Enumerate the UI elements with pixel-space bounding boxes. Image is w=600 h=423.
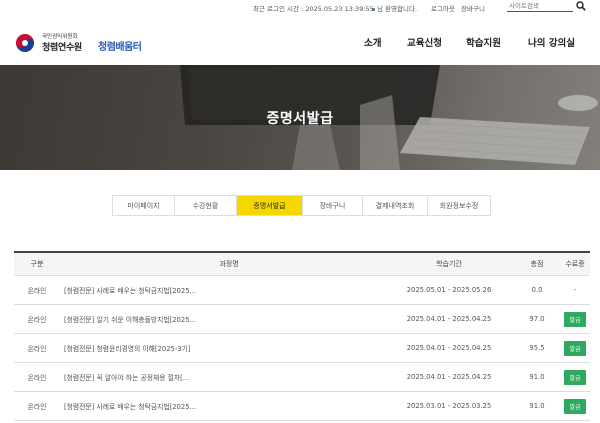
table-row: 온라인 [청렴전문] 사례로 배우는 청탁금지법[2025... 2025.05… [14, 276, 590, 305]
tab-certificate[interactable]: 증명서발급 [237, 196, 303, 215]
tab-cart[interactable]: 장바구니 [303, 196, 363, 215]
tab-mypage[interactable]: 마이페이지 [113, 196, 175, 215]
table-header-row: 구분 과정명 학습기간 총점 수료증 [14, 253, 590, 276]
gnb-item-intro[interactable]: 소개 [364, 35, 381, 49]
issue-certificate-button[interactable]: 발급 [564, 398, 586, 414]
table-row: 온라인 [청렴전문] 알기 쉬운 이해충돌방지법[2025... 2025.04… [14, 305, 590, 334]
cell-score: 97.0 [529, 315, 545, 323]
header-certificate: 수료증 [565, 260, 585, 268]
cell-score: 91.0 [529, 402, 545, 410]
table-row: 온라인 [청렴전문] 청렴윤리경영의 이해[2025-3기] 2025.04.0… [14, 334, 590, 363]
site-header: 국민권익위원회 청렴연수원 청렴배움터 소개 교육신청 학습지원 나의 강의실 [0, 14, 600, 65]
mypage-tabs: 마이페이지 수강현황 증명서발급 장바구니 결제내역조회 회원정보수정 [112, 195, 491, 216]
hero-banner: 증명서발급 [0, 65, 600, 170]
issue-certificate-button[interactable]: 발급 [564, 369, 586, 385]
cell-course[interactable]: [청렴전문] 사례로 배우는 청탁금지법[2025... [64, 392, 394, 420]
logout-link[interactable]: 로그아웃 [431, 3, 455, 13]
cell-course[interactable]: [청렴전문] 알기 쉬운 이해충돌방지법[2025... [64, 305, 394, 333]
gnb-item-support[interactable]: 학습지원 [466, 35, 501, 49]
cell-course[interactable]: [청렴전문] 청렴윤리경영의 이해[2025-3기] [64, 334, 394, 362]
cart-link[interactable]: 장바구니 [461, 3, 485, 13]
page-title: 증명서발급 [266, 111, 334, 127]
cell-score: 91.0 [529, 373, 545, 381]
cell-period: 2025.04.01 - 2025.04.25 [406, 315, 492, 323]
cell-type: 온라인 [27, 345, 47, 353]
search-icon[interactable] [576, 1, 586, 11]
government-emblem-icon [16, 34, 34, 52]
cell-type: 온라인 [27, 316, 47, 324]
site-logo[interactable]: 국민권익위원회 청렴연수원 청렴배움터 [14, 30, 142, 54]
tab-payment-history[interactable]: 결제내역조회 [363, 196, 428, 215]
cell-certificate: 발급 [562, 334, 588, 362]
cell-period: 2025.03.01 - 2025.03.25 [406, 402, 492, 410]
utility-bar: 최근 로그인 시간 : 2025.05.23 13:39:55 님 환영합니다.… [0, 0, 600, 14]
header-period: 학습기간 [436, 260, 462, 268]
cell-type: 온라인 [27, 374, 47, 382]
gnb-item-apply[interactable]: 교육신청 [407, 35, 442, 49]
brand-name: 청렴배움터 [98, 42, 142, 53]
institute-name: 청렴연수원 [42, 43, 82, 53]
cell-score: 0.0 [531, 286, 543, 294]
table-row: 온라인 [청렴전문] 꼭 알아야 하는 공정채용 절차[... 2025.04.… [14, 363, 590, 392]
cell-score: 95.5 [529, 344, 545, 352]
issue-certificate-button[interactable]: 발급 [564, 311, 586, 327]
cell-period: 2025.04.01 - 2025.04.25 [406, 373, 492, 381]
gnb-item-my-classroom[interactable]: 나의 강의실 [528, 35, 575, 49]
certificate-table: 구분 과정명 학습기간 총점 수료증 온라인 [청렴전문] 사례로 배우는 청탁… [14, 251, 590, 421]
site-search-input[interactable] [507, 0, 573, 12]
cell-period: 2025.05.01 - 2025.05.26 [406, 286, 492, 294]
user-icon [372, 7, 375, 11]
org-name: 국민권익위원회 [42, 34, 78, 40]
cell-type: 온라인 [27, 287, 47, 295]
cell-type: 온라인 [27, 403, 47, 411]
issue-certificate-button[interactable]: 발급 [564, 340, 586, 356]
cell-course[interactable]: [청렴전문] 꼭 알아야 하는 공정채용 절차[... [64, 363, 394, 391]
cell-period: 2025.04.01 - 2025.04.25 [406, 344, 492, 352]
cell-certificate: 발급 [562, 363, 588, 391]
cell-certificate-none: - [573, 286, 577, 294]
cell-certificate: 발급 [562, 392, 588, 420]
cell-course[interactable]: [청렴전문] 사례로 배우는 청탁금지법[2025... [64, 276, 394, 304]
header-score: 총점 [530, 260, 544, 268]
welcome-message: 님 환영합니다. [372, 3, 417, 13]
last-login-time: 최근 로그인 시간 : 2025.05.23 13:39:55 [253, 5, 374, 13]
tab-enrollment-status[interactable]: 수강현황 [175, 196, 237, 215]
tab-member-info[interactable]: 회원정보수정 [428, 196, 490, 215]
cell-certificate: 발급 [562, 305, 588, 333]
header-course: 과정명 [219, 260, 239, 268]
table-row: 온라인 [청렴전문] 사례로 배우는 청탁금지법[2025... 2025.03… [14, 392, 590, 421]
welcome-text: 님 환영합니다. [377, 5, 418, 13]
